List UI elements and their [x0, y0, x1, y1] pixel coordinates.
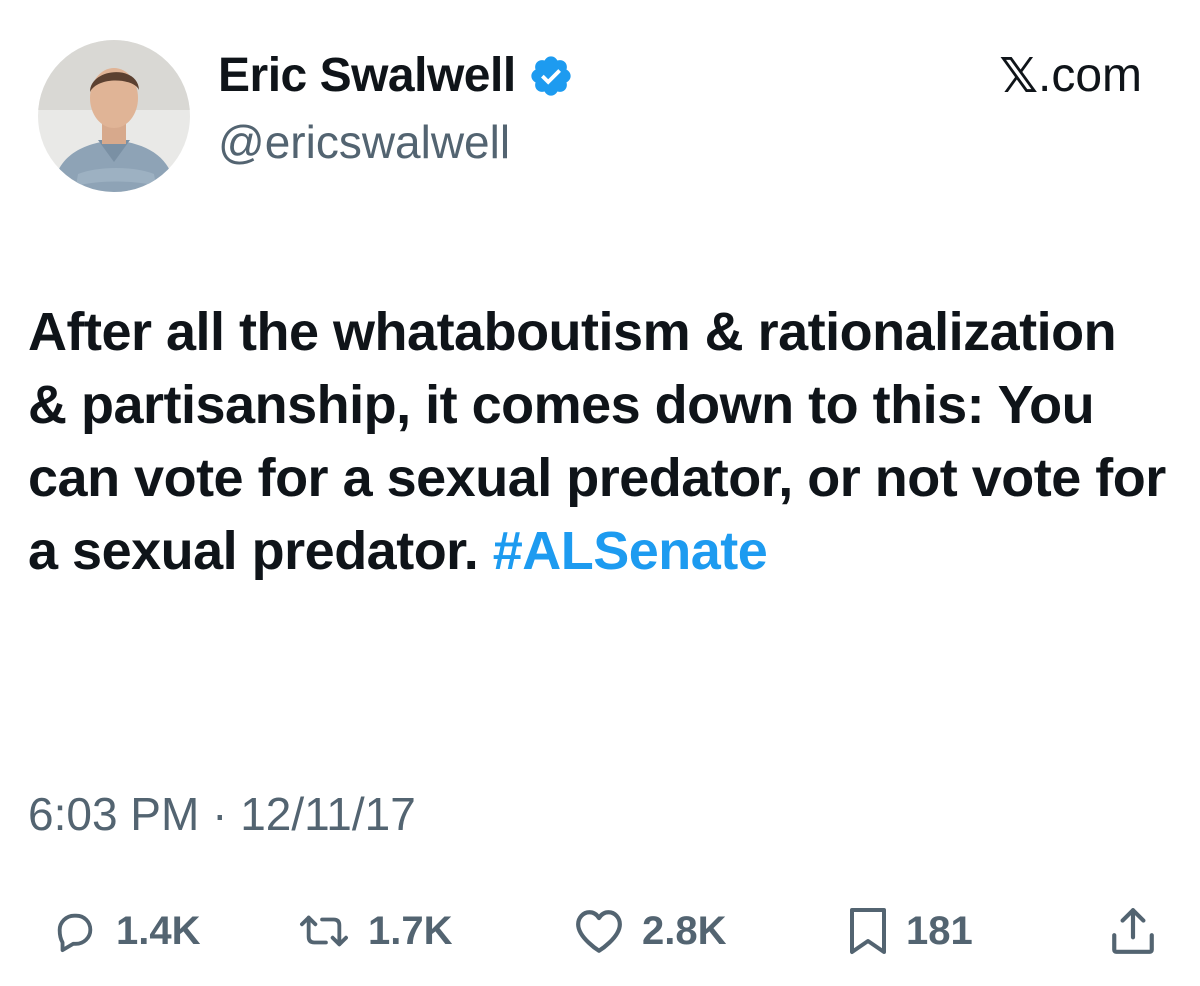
action-bar: 1.4K 1.7K 2.8K 181: [0, 896, 1200, 966]
share-icon: [1110, 906, 1156, 956]
hashtag-link[interactable]: #ALSenate: [493, 521, 768, 581]
bookmark-button[interactable]: 181: [848, 896, 973, 966]
retweet-count: 1.7K: [368, 908, 453, 953]
reply-count: 1.4K: [116, 908, 201, 953]
avatar[interactable]: [38, 40, 190, 192]
share-button[interactable]: [1110, 896, 1156, 966]
bookmark-count: 181: [906, 908, 973, 953]
reply-icon: [52, 908, 98, 954]
source-suffix: .com: [1037, 49, 1142, 102]
bookmark-icon: [848, 906, 888, 956]
verified-badge-icon: [528, 53, 574, 99]
author-handle[interactable]: @ericswalwell: [218, 112, 510, 172]
retweet-button[interactable]: 1.7K: [298, 896, 453, 966]
reply-button[interactable]: 1.4K: [52, 896, 201, 966]
tweet-text: After all the whataboutism & rationaliza…: [28, 296, 1168, 588]
author-name-row: Eric Swalwell: [218, 46, 574, 106]
source-label: 𝕏 .com: [999, 46, 1142, 106]
like-button[interactable]: 2.8K: [574, 896, 727, 966]
like-count: 2.8K: [642, 908, 727, 953]
tweet-timestamp[interactable]: 6:03 PM · 12/11/17: [28, 784, 416, 844]
x-logo-icon: 𝕏: [999, 48, 1038, 104]
heart-icon: [574, 908, 624, 954]
display-name[interactable]: Eric Swalwell: [218, 46, 516, 106]
avatar-photo: [38, 40, 190, 192]
retweet-icon: [298, 908, 350, 954]
